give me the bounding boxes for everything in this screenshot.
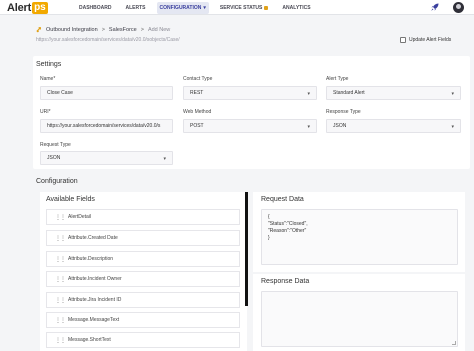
- drag-handle-icon[interactable]: ⋮⋮: [55, 337, 66, 344]
- request-type-label: Request Type: [40, 142, 71, 148]
- available-field-label: Attribute.Created Date: [68, 235, 118, 241]
- drag-handle-icon[interactable]: ⋮⋮: [55, 235, 66, 242]
- chevron-down-icon: ▾: [163, 156, 166, 162]
- available-field-item[interactable]: ⋮⋮ Attribute.Created Date: [46, 230, 240, 246]
- app-logo[interactable]: Alert ps: [7, 1, 48, 14]
- drag-handle-icon[interactable]: ⋮⋮: [55, 276, 66, 283]
- endpoint-url: https://your.salesforcedomain/services/d…: [36, 37, 180, 43]
- available-field-item[interactable]: ⋮⋮ Attribute.Incident Owner: [46, 271, 240, 287]
- drag-handle-icon[interactable]: ⋮⋮: [55, 297, 66, 304]
- contact-type-select[interactable]: REST ▾: [183, 86, 317, 100]
- request-type-select[interactable]: JSON ▾: [40, 151, 173, 165]
- update-alert-fields-label: Update Alert Fields: [409, 37, 452, 43]
- response-type-label: Response Type: [326, 109, 361, 115]
- response-data-panel: Response Data: [253, 274, 465, 351]
- web-method-value: POST: [190, 123, 204, 129]
- contact-type-value: REST: [190, 90, 204, 96]
- top-navbar: Alert ps DASHBOARD ALERTS CONFIGURATION …: [0, 0, 474, 15]
- available-field-item[interactable]: ⋮⋮ Attribute.Jira Incident ID: [46, 292, 240, 308]
- contact-type-label: Contact Type: [183, 76, 213, 82]
- available-field-label: Attribute.Description: [68, 256, 114, 262]
- chevron-down-icon: ▾: [451, 124, 454, 130]
- breadcrumb: Outbound Integration > SalesForce > Add …: [36, 25, 170, 34]
- breadcrumb-root[interactable]: Outbound Integration: [46, 27, 98, 33]
- available-field-label: Message.ShortText: [68, 337, 111, 343]
- breadcrumb-current: Add New: [147, 26, 171, 33]
- rocket-icon[interactable]: [430, 2, 440, 12]
- available-field-item[interactable]: ⋮⋮ AlertDetail: [46, 209, 240, 225]
- request-data-panel: Request Data { "Status":"Closed", "Reaso…: [253, 192, 465, 272]
- drag-handle-icon[interactable]: ⋮⋮: [55, 256, 66, 263]
- nav-configuration-label: CONFIGURATION: [159, 4, 202, 11]
- name-input[interactable]: Close Case: [40, 86, 173, 100]
- nav-configuration[interactable]: CONFIGURATION ▾: [156, 1, 209, 14]
- response-type-value: JSON: [333, 123, 347, 129]
- name-label: Name*: [40, 76, 56, 82]
- response-data-editor[interactable]: [261, 291, 458, 347]
- response-data-title: Response Data: [261, 278, 310, 285]
- lock-icon: [264, 5, 269, 10]
- request-data-title: Request Data: [261, 196, 304, 203]
- logo-text: Alert: [7, 1, 32, 14]
- settings-title: Settings: [36, 61, 62, 68]
- main-nav: DASHBOARD ALERTS CONFIGURATION ▾ SERVICE…: [76, 0, 322, 15]
- available-fields-panel: Available Fields ⋮⋮ AlertDetail ⋮⋮ Attri…: [40, 192, 247, 351]
- available-field-label: Attribute.Jira Incident ID: [68, 297, 122, 303]
- chevron-down-icon: ▾: [203, 4, 206, 11]
- breadcrumb-parent[interactable]: SalesForce: [109, 27, 137, 33]
- configuration-title: Configuration: [36, 178, 78, 185]
- chevron-down-icon: ▾: [451, 91, 454, 97]
- nav-service-status[interactable]: SERVICE STATUS: [217, 2, 272, 14]
- nav-service-status-label: SERVICE STATUS: [219, 4, 263, 11]
- logo-badge: ps: [32, 1, 48, 14]
- available-field-item[interactable]: ⋮⋮ Attribute.Description: [46, 251, 240, 267]
- available-fields-scrollbar[interactable]: [245, 192, 248, 306]
- drag-handle-icon[interactable]: ⋮⋮: [55, 214, 66, 221]
- available-field-item[interactable]: ⋮⋮ Message.ShortText: [46, 332, 240, 348]
- available-field-label: Attribute.Incident Owner: [68, 276, 122, 282]
- alert-type-select[interactable]: Standard Alert ▾: [326, 86, 461, 100]
- nav-dashboard[interactable]: DASHBOARD: [76, 2, 115, 14]
- uri-input[interactable]: https://your.salesforcedomain/services/d…: [40, 119, 173, 133]
- available-field-label: AlertDetail: [68, 214, 92, 220]
- breadcrumb-separator: >: [140, 26, 144, 33]
- integration-icon: [36, 27, 41, 33]
- chevron-down-icon: ▾: [307, 91, 310, 97]
- available-fields-title: Available Fields: [46, 196, 95, 203]
- response-type-select[interactable]: JSON ▾: [326, 119, 461, 133]
- nav-analytics[interactable]: ANALYTICS: [279, 2, 313, 14]
- request-type-value: JSON: [47, 155, 61, 161]
- update-alert-fields-checkbox[interactable]: [400, 37, 406, 43]
- user-avatar[interactable]: [453, 2, 464, 13]
- uri-label: URI*: [40, 109, 51, 115]
- drag-handle-icon[interactable]: ⋮⋮: [55, 317, 66, 324]
- alert-type-value: Standard Alert: [333, 90, 365, 96]
- web-method-select[interactable]: POST ▾: [183, 119, 317, 133]
- request-data-editor[interactable]: { "Status":"Closed", "Reason":"Other" }: [261, 209, 458, 265]
- available-field-item[interactable]: ⋮⋮ Message.MessageText: [46, 312, 240, 328]
- alert-type-label: Alert Type: [326, 76, 349, 82]
- breadcrumb-separator: >: [101, 26, 105, 33]
- web-method-label: Web Method: [183, 109, 212, 115]
- resize-handle-icon[interactable]: [452, 341, 456, 345]
- settings-panel: Settings Name* Close Case Contact Type R…: [33, 56, 470, 169]
- update-alert-fields-toggle[interactable]: Update Alert Fields: [400, 37, 451, 43]
- nav-alerts[interactable]: ALERTS: [123, 2, 149, 14]
- available-field-label: Message.MessageText: [68, 317, 120, 323]
- chevron-down-icon: ▾: [307, 124, 310, 130]
